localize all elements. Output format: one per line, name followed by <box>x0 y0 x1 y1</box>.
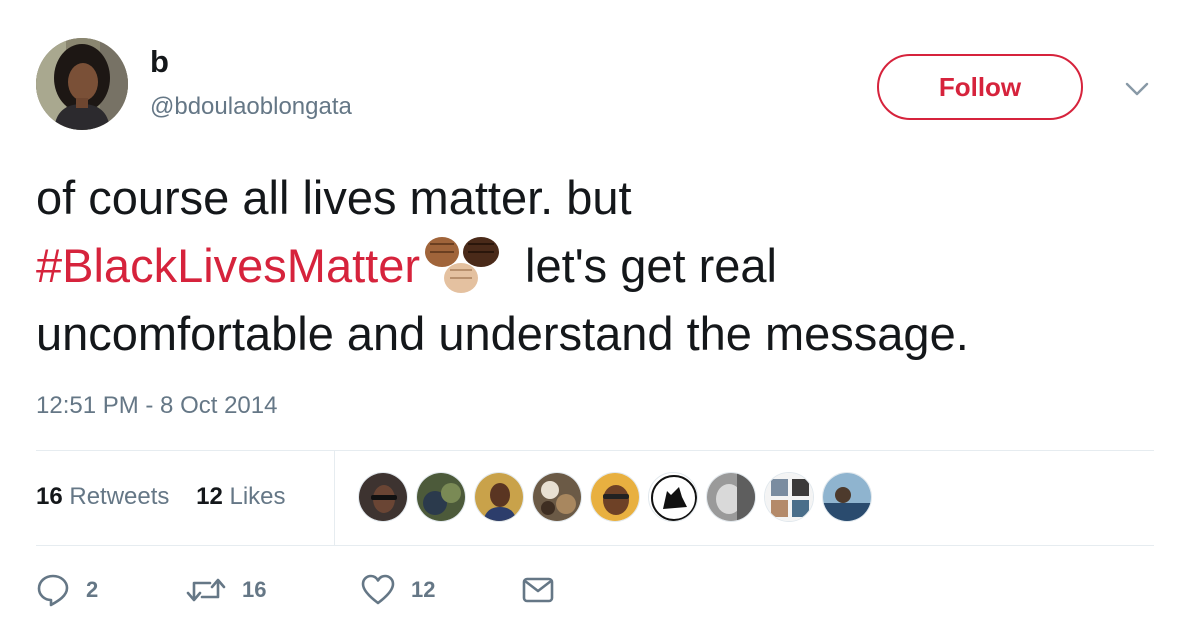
tweet-stats: 16 Retweets 12 Likes <box>36 483 306 511</box>
reply-count: 2 <box>86 577 99 602</box>
reply-button[interactable]: 2 <box>36 570 98 610</box>
tweet-line-2-rest: let's get real <box>512 239 777 292</box>
like-count: 12 <box>411 577 436 602</box>
divider <box>334 451 335 545</box>
liker-avatar[interactable] <box>648 472 698 522</box>
liker-avatar[interactable] <box>822 472 872 522</box>
avatar[interactable] <box>36 38 128 130</box>
likes-count: 12 <box>196 483 223 510</box>
likes-label: Likes <box>229 483 286 510</box>
liker-avatar[interactable] <box>590 472 640 522</box>
liker-avatar[interactable] <box>532 472 582 522</box>
tweet-line-2: #BlackLivesMatter let's get real <box>36 232 1156 300</box>
user-handle[interactable]: @bdoulaoblongata <box>150 93 352 121</box>
avatar-photo-icon <box>36 38 128 130</box>
retweets-label: Retweets <box>69 483 170 510</box>
raised-fist-emoji-icon <box>425 237 499 293</box>
divider <box>36 450 1154 451</box>
direct-message-button[interactable] <box>522 570 554 610</box>
retweet-button[interactable]: 16 <box>186 570 266 610</box>
reply-icon <box>37 574 69 607</box>
envelope-icon <box>522 577 554 603</box>
heart-icon <box>361 574 395 605</box>
liker-avatar[interactable] <box>474 472 524 522</box>
follow-button[interactable]: Follow <box>877 54 1083 120</box>
chevron-down-icon[interactable] <box>1124 80 1150 98</box>
liker-avatar[interactable] <box>706 472 756 522</box>
retweets-stat[interactable]: 16 Retweets <box>36 483 169 510</box>
like-button[interactable]: 12 <box>361 570 435 610</box>
liker-avatar[interactable] <box>764 472 814 522</box>
divider <box>36 545 1154 546</box>
liker-avatar[interactable] <box>358 472 408 522</box>
likes-stat[interactable]: 12 Likes <box>196 483 285 510</box>
retweet-count: 16 <box>242 577 267 602</box>
retweet-icon <box>186 578 226 602</box>
tweet-line-3: uncomfortable and understand the message… <box>36 307 969 360</box>
hashtag-link[interactable]: #BlackLivesMatter <box>36 239 420 292</box>
retweets-count: 16 <box>36 483 63 510</box>
display-name[interactable]: b <box>150 44 169 80</box>
liker-avatar[interactable] <box>416 472 466 522</box>
tweet-line-1: of course all lives matter. but <box>36 171 632 224</box>
tweet-text: of course all lives matter. but #BlackLi… <box>36 164 1156 368</box>
tweet-timestamp[interactable]: 12:51 PM - 8 Oct 2014 <box>36 392 277 420</box>
